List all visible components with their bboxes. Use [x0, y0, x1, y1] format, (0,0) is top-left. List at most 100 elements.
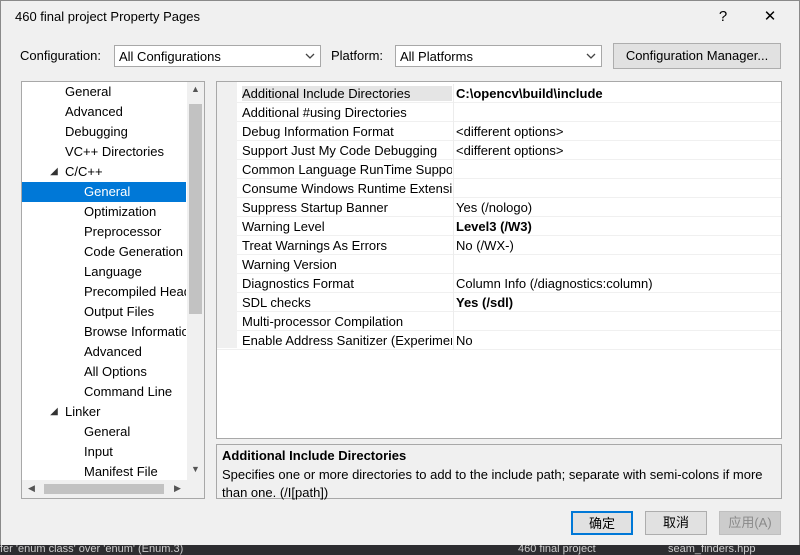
configuration-label: Configuration:	[20, 48, 101, 63]
tree-item-label: VC++ Directories	[65, 144, 164, 159]
property-value[interactable]: C:\opencv\build\include	[456, 86, 603, 101]
tree-item-label: Language	[84, 264, 142, 279]
description-title: Additional Include Directories	[222, 448, 407, 463]
property-value[interactable]: Column Info (/diagnostics:column)	[456, 276, 653, 291]
tree-item-label: Command Line	[84, 384, 173, 399]
tree-item[interactable]: Manifest File	[22, 462, 186, 482]
property-value[interactable]: <different options>	[456, 143, 563, 158]
background-editor-strip: fer 'enum class' over 'enum' (Enum.3) 46…	[0, 545, 800, 555]
tree-item[interactable]: Command Line	[22, 382, 186, 402]
column-divider	[453, 331, 454, 350]
property-row[interactable]: Debug Information Format <different opti…	[217, 122, 781, 141]
tree-item[interactable]: General	[22, 422, 186, 442]
column-divider	[453, 236, 454, 255]
tree-item-label: Linker	[65, 404, 101, 419]
tree-item-label: Output Files	[84, 304, 155, 319]
tree-item[interactable]: Browse Information	[22, 322, 186, 342]
configuration-manager-button[interactable]: Configuration Manager...	[613, 43, 781, 69]
tree-item-label: General	[84, 424, 131, 439]
property-row[interactable]: Additional Include Directories C:\opencv…	[217, 84, 781, 103]
column-divider	[453, 160, 454, 179]
tree-item-label: All Options	[84, 364, 147, 379]
scroll-thumb[interactable]	[44, 484, 164, 494]
tree-item[interactable]: VC++ Directories	[22, 142, 186, 162]
tree-vertical-scrollbar[interactable]: ▲ ▼	[187, 82, 204, 480]
property-name: Support Just My Code Debugging	[242, 143, 438, 158]
tree-item-label: Debugging	[65, 124, 128, 139]
property-row[interactable]: Multi-processor Compilation	[217, 312, 781, 331]
background-text: 460 final project	[518, 545, 596, 555]
collapse-icon[interactable]: ◢	[49, 162, 59, 182]
property-name: Warning Version	[242, 257, 337, 272]
tree-item[interactable]: Advanced	[22, 342, 186, 362]
property-row[interactable]: Consume Windows Runtime Extension	[217, 179, 781, 198]
scroll-down-icon[interactable]: ▼	[191, 464, 200, 474]
apply-button[interactable]: 应用(A)	[719, 511, 781, 535]
tree-item[interactable]: Output Files	[22, 302, 186, 322]
property-row[interactable]: Warning Version	[217, 255, 781, 274]
property-value[interactable]: Yes (/sdl)	[456, 295, 513, 310]
tree-item-linker[interactable]: ◢ Linker	[22, 402, 186, 422]
scroll-thumb[interactable]	[189, 104, 202, 314]
tree-item-label: Optimization	[84, 204, 157, 219]
platform-value: All Platforms	[400, 49, 473, 64]
property-name: Warning Level	[242, 219, 325, 234]
tree-item-selected[interactable]: General	[22, 182, 186, 202]
column-divider	[453, 103, 454, 122]
configuration-select[interactable]: All Configurations	[114, 45, 321, 67]
scroll-right-icon[interactable]: ▶	[174, 483, 181, 494]
property-row[interactable]: Enable Address Sanitizer (Experimental) …	[217, 331, 781, 350]
tree-item-label: General	[84, 184, 131, 199]
tree-item[interactable]: Preprocessor	[22, 222, 186, 242]
column-divider	[453, 122, 454, 141]
tree-item[interactable]: Input	[22, 442, 186, 462]
property-row[interactable]: Diagnostics Format Column Info (/diagnos…	[217, 274, 781, 293]
column-divider	[453, 198, 454, 217]
collapse-icon[interactable]: ◢	[49, 402, 59, 422]
tree-item-label: Preprocessor	[84, 224, 162, 239]
property-value[interactable]: <different options>	[456, 124, 563, 139]
tree-item-label: C/C++	[65, 164, 103, 179]
ok-button[interactable]: 确定	[571, 511, 633, 535]
property-value[interactable]: Level3 (/W3)	[456, 219, 532, 234]
property-name: Consume Windows Runtime Extension	[242, 181, 452, 196]
column-divider	[453, 274, 454, 293]
property-value[interactable]: Yes (/nologo)	[456, 200, 532, 215]
tree-item[interactable]: Debugging	[22, 122, 186, 142]
property-row[interactable]: Suppress Startup Banner Yes (/nologo)	[217, 198, 781, 217]
platform-select[interactable]: All Platforms	[395, 45, 602, 67]
tree-item-cpp[interactable]: ◢ C/C++	[22, 162, 186, 182]
property-row[interactable]: Additional #using Directories	[217, 103, 781, 122]
property-row[interactable]: Common Language RunTime Support	[217, 160, 781, 179]
property-row[interactable]: Support Just My Code Debugging <differen…	[217, 141, 781, 160]
column-divider	[453, 217, 454, 236]
tree-item[interactable]: Advanced	[22, 102, 186, 122]
tree-item[interactable]: Optimization	[22, 202, 186, 222]
scroll-left-icon[interactable]: ◀	[28, 483, 35, 494]
property-value[interactable]: No (/WX-)	[456, 238, 514, 253]
background-text: fer 'enum class' over 'enum' (Enum.3)	[0, 545, 184, 555]
property-row[interactable]: Warning Level Level3 (/W3)	[217, 217, 781, 236]
close-icon[interactable]: ✕	[756, 5, 784, 29]
tree-item[interactable]: All Options	[22, 362, 186, 382]
help-icon[interactable]: ?	[709, 5, 737, 29]
property-row[interactable]: Treat Warnings As Errors No (/WX-)	[217, 236, 781, 255]
platform-label: Platform:	[331, 48, 384, 63]
property-value[interactable]: No	[456, 333, 473, 348]
property-row[interactable]: SDL checks Yes (/sdl)	[217, 293, 781, 312]
chevron-down-icon	[586, 53, 596, 59]
scroll-up-icon[interactable]: ▲	[191, 84, 200, 94]
property-grid: Additional Include Directories C:\opencv…	[216, 81, 782, 439]
tree-item[interactable]: Language	[22, 262, 186, 282]
chevron-down-icon	[305, 53, 315, 59]
background-text: seam_finders.hpp	[668, 545, 756, 555]
tree-item[interactable]: Code Generation	[22, 242, 186, 262]
tree-item-label: Manifest File	[84, 464, 158, 479]
column-divider	[453, 255, 454, 274]
property-name: Multi-processor Compilation	[242, 314, 404, 329]
tree-item[interactable]: General	[22, 82, 186, 102]
tree-item-label: Browse Information	[84, 324, 186, 339]
tree-horizontal-scrollbar[interactable]: ◀ ▶	[22, 480, 204, 498]
cancel-button[interactable]: 取消	[645, 511, 707, 535]
tree-item[interactable]: Precompiled Headers	[22, 282, 186, 302]
